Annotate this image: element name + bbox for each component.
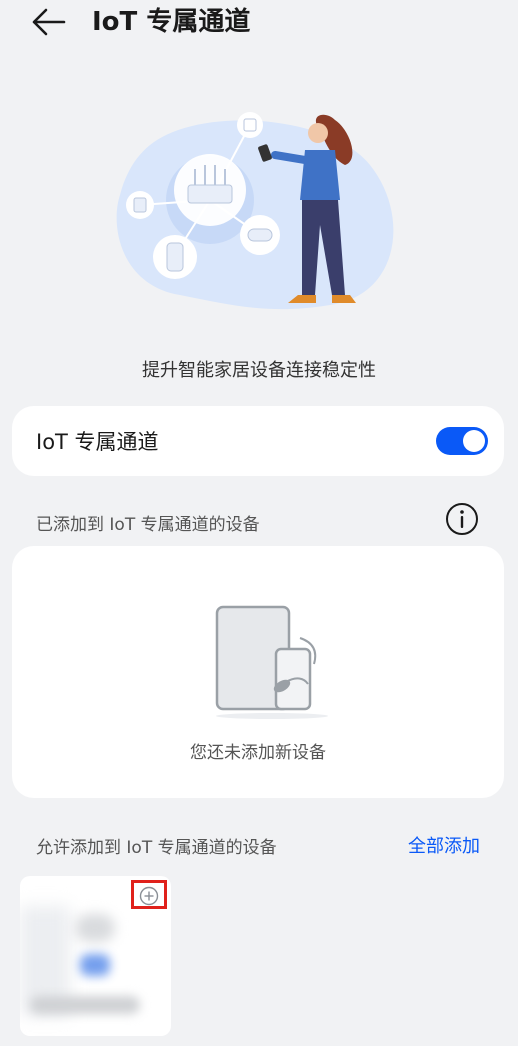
toggle-label: IoT 专属通道 [36, 430, 159, 454]
blurred-device-badge [80, 954, 110, 976]
page-title: IoT 专属通道 [92, 7, 251, 37]
blurred-device-image [75, 914, 115, 942]
empty-devices-text: 您还未添加新设备 [190, 743, 326, 763]
add-circle-icon[interactable] [139, 886, 159, 906]
added-devices-card: 您还未添加新设备 [12, 546, 504, 798]
switch-knob [463, 430, 485, 452]
info-icon[interactable] [445, 502, 479, 536]
blurred-device-name [30, 996, 140, 1014]
allowed-devices-heading: 允许添加到 IoT 专属通道的设备 [36, 838, 277, 858]
iot-channel-toggle-card: IoT 专属通道 [12, 406, 504, 476]
hero-caption: 提升智能家居设备连接稳定性 [142, 360, 376, 381]
top-bar: IoT 专属通道 [0, 0, 518, 48]
empty-devices-icon [215, 605, 328, 719]
smart-home-illustration [116, 112, 394, 310]
added-devices-heading: 已添加到 IoT 专属通道的设备 [36, 515, 260, 535]
add-all-button[interactable]: 全部添加 [408, 832, 480, 858]
back-arrow-icon[interactable] [30, 6, 70, 38]
iot-channel-switch[interactable] [436, 427, 488, 455]
